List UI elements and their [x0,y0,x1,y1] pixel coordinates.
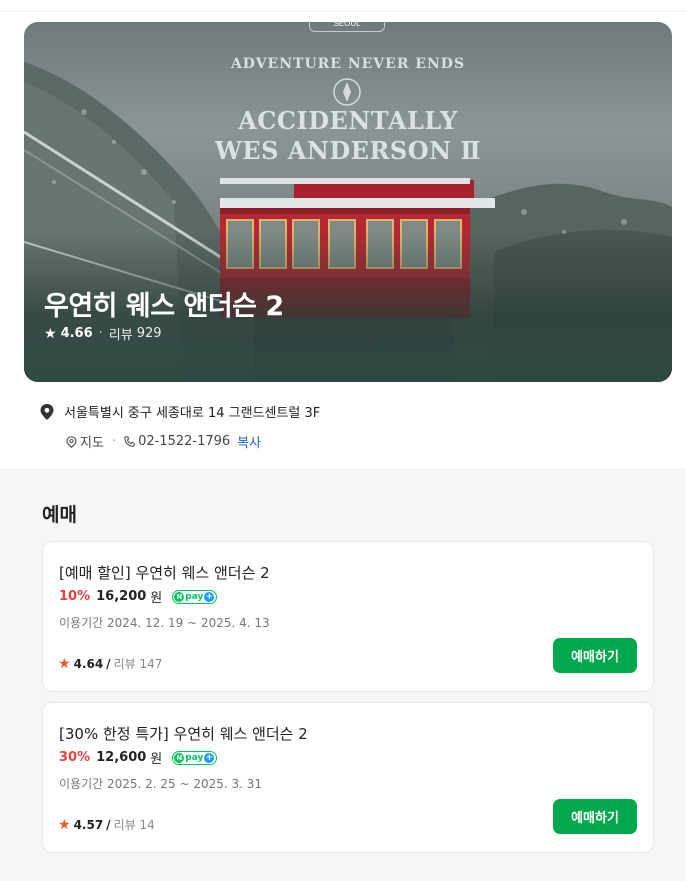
rating-value: 4.64 [73,656,104,671]
npay-label: pay [185,752,204,763]
poster-arc-text: ADVENTURE NEVER ENDS [230,56,466,72]
hero-rating-summary: ★ 4.66 · 리뷰 929 [44,324,162,344]
hero-rating-value: 4.66 [60,326,93,341]
ticket-card[interactable]: [30% 한정 특가] 우연히 웨스 앤더슨 2 30% 12,600 원 N p… [42,702,654,853]
currency-unit: 원 [150,752,163,767]
ticket-rating: ★ 4.64 / 리뷰 147 [58,655,162,672]
discount-rate: 10% [59,589,91,604]
page-title: 우연히 웨스 앤더슨 2 [44,291,284,322]
top-divider [0,0,685,12]
booking-section-title: 예매 [42,504,77,526]
address-text: 서울특별시 중구 세종대로 14 그랜드센트럴 3F [64,406,321,421]
map-pin-outline-icon [66,435,77,448]
place-info: 서울특별시 중구 세종대로 14 그랜드센트럴 3F 지도 · 02-1522-… [40,402,660,451]
ticket-card[interactable]: [예매 할인] 우연히 웨스 앤더슨 2 10% 16,200 원 N pay +… [42,541,654,692]
slash-separator: / [106,817,111,832]
star-icon: ★ [44,325,57,342]
poster-title-line1: ACCIDENTALLY [238,106,458,135]
ticket-name: [30% 한정 특가] 우연히 웨스 앤더슨 2 [59,725,308,743]
discount-rate: 30% [59,750,91,765]
star-icon: ★ [58,655,71,672]
contact-links: 지도 · 02-1522-1796 복사 [66,432,660,451]
review-count: 929 [136,326,162,341]
npay-label: pay [185,591,204,602]
price-value: 16,200 [96,589,147,604]
currency-unit: 원 [150,591,163,606]
booking-section: 예매 [예매 할인] 우연히 웨스 앤더슨 2 10% 16,200 원 N pa… [0,468,685,881]
ticket-price: 10% 16,200 원 N pay + [59,587,218,606]
ticket-rating: ★ 4.57 / 리뷰 14 [58,816,155,833]
phone-icon [124,436,135,447]
price-value: 12,600 [96,750,147,765]
ticket-name: [예매 할인] 우연히 웨스 앤더슨 2 [59,564,270,582]
map-link[interactable]: 지도 [66,432,104,451]
review-count: 리뷰 147 [113,657,163,671]
usage-period: 이용기간 2024. 12. 19 ~ 2025. 4. 13 [59,616,270,630]
separator-dot: · [111,434,117,449]
star-icon: ★ [58,816,71,833]
ticket-price: 30% 12,600 원 N pay + [59,748,218,767]
location-pin-icon [40,403,54,420]
review-count: 리뷰 14 [113,818,155,832]
address-row: 서울특별시 중구 세종대로 14 그랜드센트럴 3F [40,402,660,421]
book-button[interactable]: 예매하기 [553,799,637,834]
review-label: 리뷰 [108,328,133,343]
npay-badge: N pay + [172,589,218,604]
usage-period: 이용기간 2025. 2. 25 ~ 2025. 3. 31 [59,777,263,791]
poster-badge: SEOUL [309,22,385,32]
npay-n-icon: N [174,752,185,763]
phone-link[interactable]: 02-1522-1796 [124,434,230,449]
hero-banner[interactable]: SEOUL ADVENTURE NEVER ENDS ACCIDENTALLY … [24,22,672,382]
plus-icon: + [204,591,215,602]
phone-number: 02-1522-1796 [138,434,231,449]
rating-value: 4.57 [73,817,104,832]
book-button[interactable]: 예매하기 [553,638,637,673]
slash-separator: / [106,656,111,671]
map-label: 지도 [80,436,104,451]
plus-icon: + [204,752,215,763]
separator-dot: · [98,326,103,341]
copy-phone-button[interactable]: 복사 [237,432,261,451]
npay-badge: N pay + [172,750,218,765]
poster-title-line2: WES ANDERSON Ⅱ [214,136,482,165]
npay-n-icon: N [174,591,185,602]
